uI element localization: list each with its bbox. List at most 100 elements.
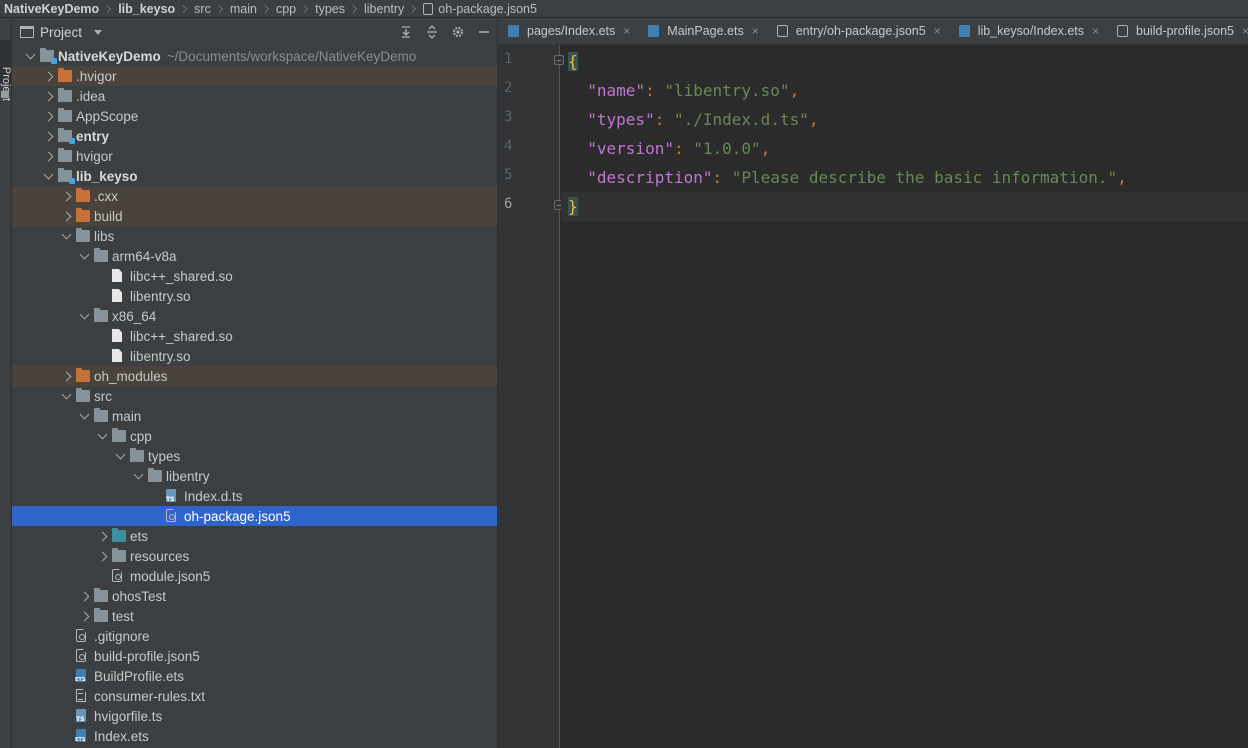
chevron-down-icon[interactable] <box>42 166 54 186</box>
close-icon[interactable]: × <box>623 24 630 38</box>
chevron-down-icon[interactable] <box>94 29 103 35</box>
chevron-down-icon[interactable] <box>24 46 36 66</box>
editor-tab[interactable]: pages/Index.ets × <box>498 18 638 44</box>
tree-row[interactable]: oh-package.json5 <box>12 506 497 526</box>
code-line: } <box>568 192 578 221</box>
tree-row[interactable]: libentry <box>12 466 497 486</box>
tree-row[interactable]: entry <box>12 126 497 146</box>
chevron-right-icon[interactable] <box>96 526 108 546</box>
chevron-right-icon[interactable] <box>60 366 72 386</box>
tree-row[interactable]: ets <box>12 526 497 546</box>
tree-row[interactable]: BuildProfile.ets <box>12 666 497 686</box>
tree-row[interactable]: consumer-rules.txt <box>12 686 497 706</box>
collapse-all-icon[interactable] <box>425 25 439 39</box>
tree-row[interactable]: NativeKeyDemo ~/Documents/workspace/Nativ… <box>12 46 497 66</box>
editor-tab[interactable]: MainPage.ets × <box>638 18 766 44</box>
tree-row[interactable]: build <box>12 206 497 226</box>
tree-row[interactable]: libs <box>12 226 497 246</box>
tree-row[interactable]: libc++_shared.so <box>12 266 497 286</box>
file-icon <box>112 329 122 342</box>
chevron-down-icon[interactable] <box>78 306 90 326</box>
tree-row[interactable]: ohosTest <box>12 586 497 606</box>
tree-row[interactable]: .gitignore <box>12 626 497 646</box>
tree-row[interactable]: AppScope <box>12 106 497 126</box>
breadcrumb-item[interactable]: cpp <box>276 2 296 16</box>
colon: : <box>645 81 655 100</box>
chevron-down-icon[interactable] <box>78 406 90 426</box>
breadcrumb-item[interactable]: lib_keyso <box>118 2 175 16</box>
chevron-down-icon[interactable] <box>60 386 72 406</box>
project-tool-tab[interactable]: Project <box>0 40 12 101</box>
close-icon[interactable]: × <box>1092 24 1099 38</box>
breadcrumb-item[interactable]: main <box>230 2 257 16</box>
tree-row[interactable]: .idea <box>12 86 497 106</box>
chevron-right-icon[interactable] <box>42 86 54 106</box>
project-tree: NativeKeyDemo ~/Documents/workspace/Nativ… <box>12 46 497 748</box>
tree-row[interactable]: lib_keyso <box>12 166 497 186</box>
tree-row[interactable]: test <box>12 606 497 626</box>
editor-tab[interactable]: entry/oh-package.json5 × <box>767 18 949 44</box>
chevron-right-icon[interactable] <box>78 606 90 626</box>
breadcrumb-item[interactable]: NativeKeyDemo <box>4 2 99 16</box>
tree-row[interactable]: Index.d.ts <box>12 486 497 506</box>
folder-icon[interactable] <box>1 91 9 98</box>
ts-file-icon <box>166 489 176 503</box>
tree-row[interactable]: src <box>12 386 497 406</box>
tree-row[interactable]: resources <box>12 546 497 566</box>
json-value: "Please describe the basic information." <box>731 168 1118 187</box>
fold-icon[interactable] <box>554 55 564 65</box>
chevron-right-icon[interactable] <box>96 546 108 566</box>
chevron-down-icon[interactable] <box>132 466 144 486</box>
chevron-down-icon[interactable] <box>114 446 126 466</box>
tree-row[interactable]: hvigorfile.ts <box>12 706 497 726</box>
tree-row[interactable]: libentry.so <box>12 286 497 306</box>
tree-row[interactable]: x86_64 <box>12 306 497 326</box>
tree-row[interactable]: libentry.so <box>12 346 497 366</box>
tree-row[interactable]: build-profile.json5 <box>12 646 497 666</box>
chevron-down-icon[interactable] <box>78 246 90 266</box>
expand-all-icon[interactable] <box>399 25 413 39</box>
comma: , <box>1117 168 1127 187</box>
breadcrumb-item[interactable]: src <box>194 2 211 16</box>
editor-tab[interactable]: lib_keyso/Index.ets × <box>949 18 1107 44</box>
breadcrumb-item[interactable]: types <box>315 2 345 16</box>
close-icon[interactable]: × <box>752 24 759 38</box>
tree-row[interactable]: .hvigor <box>12 66 497 86</box>
tree-row[interactable]: oh_modules <box>12 366 497 386</box>
editor-gutter: 1 2 3 4 5 6 <box>498 45 564 748</box>
breadcrumb-item[interactable]: oh-package.json5 <box>438 2 537 16</box>
ets-file-icon <box>958 25 970 37</box>
tree-row[interactable]: hvigor <box>12 146 497 166</box>
ets-file-icon <box>648 25 660 37</box>
minimize-icon[interactable] <box>477 25 491 39</box>
project-panel-header: Project <box>12 18 497 46</box>
tree-item-label: AppScope <box>76 108 139 124</box>
chevron-right-icon[interactable] <box>42 126 54 146</box>
chevron-right-icon[interactable] <box>60 186 72 206</box>
module-badge-icon <box>69 138 75 144</box>
tree-row[interactable]: Index.ets <box>12 726 497 746</box>
project-view-selector[interactable]: Project <box>40 25 82 40</box>
chevron-right-icon[interactable] <box>42 146 54 166</box>
tree-row[interactable]: cpp <box>12 426 497 446</box>
breadcrumb-item[interactable]: libentry <box>364 2 404 16</box>
tree-row[interactable]: module.json5 <box>12 566 497 586</box>
tree-row[interactable]: arm64-v8a <box>12 246 497 266</box>
line-number: 6 <box>504 196 513 212</box>
chevron-down-icon[interactable] <box>60 226 72 246</box>
chevron-right-icon[interactable] <box>42 106 54 126</box>
tree-row[interactable]: types <box>12 446 497 466</box>
colon: : <box>673 139 684 158</box>
gear-icon[interactable] <box>451 25 465 39</box>
chevron-right-icon[interactable] <box>60 206 72 226</box>
close-icon[interactable]: × <box>1242 24 1248 38</box>
editor-tab[interactable]: build-profile.json5 × <box>1107 18 1248 44</box>
close-icon[interactable]: × <box>934 24 941 38</box>
chevron-right-icon[interactable] <box>42 66 54 86</box>
tree-item-label: ohosTest <box>112 588 167 604</box>
chevron-down-icon[interactable] <box>96 426 108 446</box>
tree-row[interactable]: main <box>12 406 497 426</box>
chevron-right-icon[interactable] <box>78 586 90 606</box>
tree-row[interactable]: libc++_shared.so <box>12 326 497 346</box>
tree-row[interactable]: .cxx <box>12 186 497 206</box>
